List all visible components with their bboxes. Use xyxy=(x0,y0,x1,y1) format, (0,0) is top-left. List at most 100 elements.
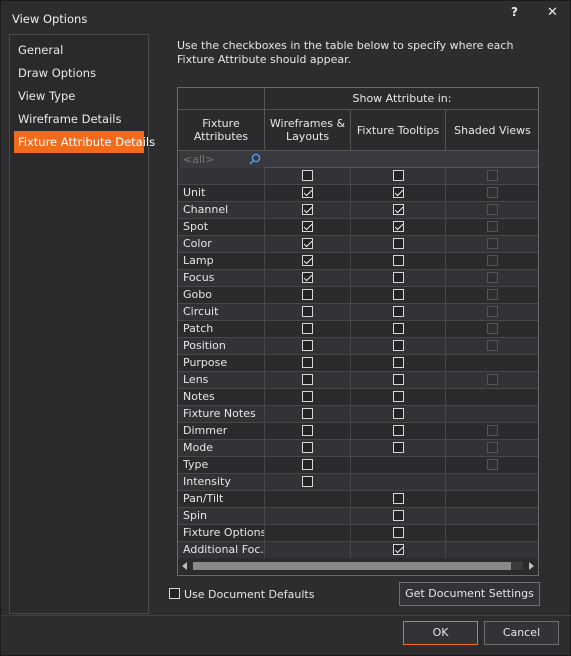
column-header-wireframes[interactable]: Wireframes & Layouts xyxy=(265,110,351,151)
attribute-checkbox[interactable] xyxy=(393,204,404,215)
column-header-tooltips[interactable]: Fixture Tooltips xyxy=(351,110,446,151)
attribute-checkbox[interactable] xyxy=(302,374,313,385)
table-cell xyxy=(446,253,538,269)
table-cell xyxy=(446,406,538,422)
attribute-checkbox[interactable] xyxy=(302,476,313,487)
table-cell xyxy=(351,542,446,558)
attribute-checkbox[interactable] xyxy=(302,255,313,266)
attribute-checkbox[interactable] xyxy=(393,357,404,368)
table-cell xyxy=(265,270,351,286)
table-cell xyxy=(351,440,446,456)
attribute-checkbox[interactable] xyxy=(393,408,404,419)
attribute-checkbox[interactable] xyxy=(302,187,313,198)
attribute-checkbox[interactable] xyxy=(393,544,404,555)
table-row: Focus xyxy=(178,270,538,287)
sidebar-item-draw-options[interactable]: Draw Options xyxy=(14,62,144,84)
attribute-checkbox[interactable] xyxy=(302,357,313,368)
sidebar-item-wireframe-details[interactable]: Wireframe Details xyxy=(14,108,144,130)
attribute-checkbox[interactable] xyxy=(302,272,313,283)
attribute-checkbox[interactable] xyxy=(302,323,313,334)
attribute-checkbox[interactable] xyxy=(302,425,313,436)
table-row: Mode xyxy=(178,440,538,457)
table-cell xyxy=(446,372,538,388)
attribute-filter xyxy=(179,151,265,168)
table-cell xyxy=(446,440,538,456)
attribute-checkbox[interactable] xyxy=(302,204,313,215)
attribute-checkbox[interactable] xyxy=(302,170,313,181)
attribute-checkbox[interactable] xyxy=(302,289,313,300)
attribute-checkbox[interactable] xyxy=(302,459,313,470)
table-cell xyxy=(265,202,351,218)
table-cell xyxy=(446,423,538,439)
horizontal-scrollbar[interactable] xyxy=(179,558,538,574)
table-cell xyxy=(351,287,446,303)
attribute-checkbox[interactable] xyxy=(393,272,404,283)
table-cell xyxy=(446,270,538,286)
filter-input[interactable] xyxy=(179,151,247,168)
scroll-thumb[interactable] xyxy=(193,562,511,570)
table-cell xyxy=(265,508,351,524)
attribute-checkbox[interactable] xyxy=(302,306,313,317)
table-cell xyxy=(351,457,446,473)
table-cell xyxy=(265,185,351,201)
attribute-checkbox[interactable] xyxy=(393,391,404,402)
attribute-checkbox[interactable] xyxy=(393,425,404,436)
attribute-checkbox[interactable] xyxy=(302,442,313,453)
attribute-checkbox[interactable] xyxy=(393,510,404,521)
table-cell xyxy=(446,525,538,541)
attribute-name: Circuit xyxy=(178,304,265,320)
attribute-checkbox[interactable] xyxy=(393,187,404,198)
close-button[interactable]: ✕ xyxy=(547,5,558,20)
attribute-checkbox[interactable] xyxy=(393,323,404,334)
table-row: Purpose xyxy=(178,355,538,372)
cancel-button[interactable]: Cancel xyxy=(484,621,559,645)
sidebar-item-view-type[interactable]: View Type xyxy=(14,85,144,107)
use-document-defaults-label: Use Document Defaults xyxy=(184,588,315,601)
table-row: Pan/Tilt xyxy=(178,491,538,508)
attribute-name: Notes xyxy=(178,389,265,405)
column-header-fixture-attributes[interactable]: Fixture Attributes xyxy=(178,110,265,151)
attribute-checkbox[interactable] xyxy=(302,391,313,402)
attribute-checkbox[interactable] xyxy=(302,408,313,419)
table-row: Spin xyxy=(178,508,538,525)
table-row: Additional Foc... xyxy=(178,542,538,559)
attribute-checkbox[interactable] xyxy=(393,340,404,351)
attribute-checkbox[interactable] xyxy=(393,170,404,181)
sidebar-item-fixture-attribute-details[interactable]: Fixture Attribute Details xyxy=(14,131,155,153)
table-cell xyxy=(265,406,351,422)
sidebar-item-general[interactable]: General xyxy=(14,39,144,61)
table-cell xyxy=(265,287,351,303)
attribute-checkbox[interactable] xyxy=(393,527,404,538)
table-row: Patch xyxy=(178,321,538,338)
attribute-checkbox[interactable] xyxy=(302,221,313,232)
attribute-checkbox[interactable] xyxy=(302,340,313,351)
table-cell xyxy=(446,457,538,473)
attribute-checkbox xyxy=(487,425,498,436)
attribute-checkbox[interactable] xyxy=(393,255,404,266)
attribute-checkbox[interactable] xyxy=(393,442,404,453)
attribute-checkbox[interactable] xyxy=(302,238,313,249)
table-cell xyxy=(351,202,446,218)
help-button[interactable]: ? xyxy=(511,5,518,19)
attribute-checkbox[interactable] xyxy=(393,493,404,504)
attribute-checkbox[interactable] xyxy=(393,306,404,317)
attribute-name: Mode xyxy=(178,440,265,456)
table-cell xyxy=(446,287,538,303)
attribute-checkbox[interactable] xyxy=(393,289,404,300)
attribute-checkbox[interactable] xyxy=(393,221,404,232)
get-document-settings-button[interactable]: Get Document Settings xyxy=(399,582,540,606)
attribute-name: Fixture Options xyxy=(178,525,265,541)
table-cell xyxy=(446,185,538,201)
table-cell xyxy=(446,219,538,235)
column-header-shaded-views[interactable]: Shaded Views xyxy=(446,110,538,151)
scroll-left-icon[interactable] xyxy=(182,562,187,570)
scroll-right-icon[interactable] xyxy=(529,562,534,570)
ok-button[interactable]: OK xyxy=(403,621,478,645)
use-document-defaults-checkbox[interactable] xyxy=(169,588,180,599)
table-cell xyxy=(351,491,446,507)
table-cell xyxy=(351,236,446,252)
attribute-checkbox xyxy=(487,442,498,453)
search-icon[interactable] xyxy=(249,153,261,165)
attribute-checkbox[interactable] xyxy=(393,238,404,249)
attribute-checkbox[interactable] xyxy=(393,374,404,385)
